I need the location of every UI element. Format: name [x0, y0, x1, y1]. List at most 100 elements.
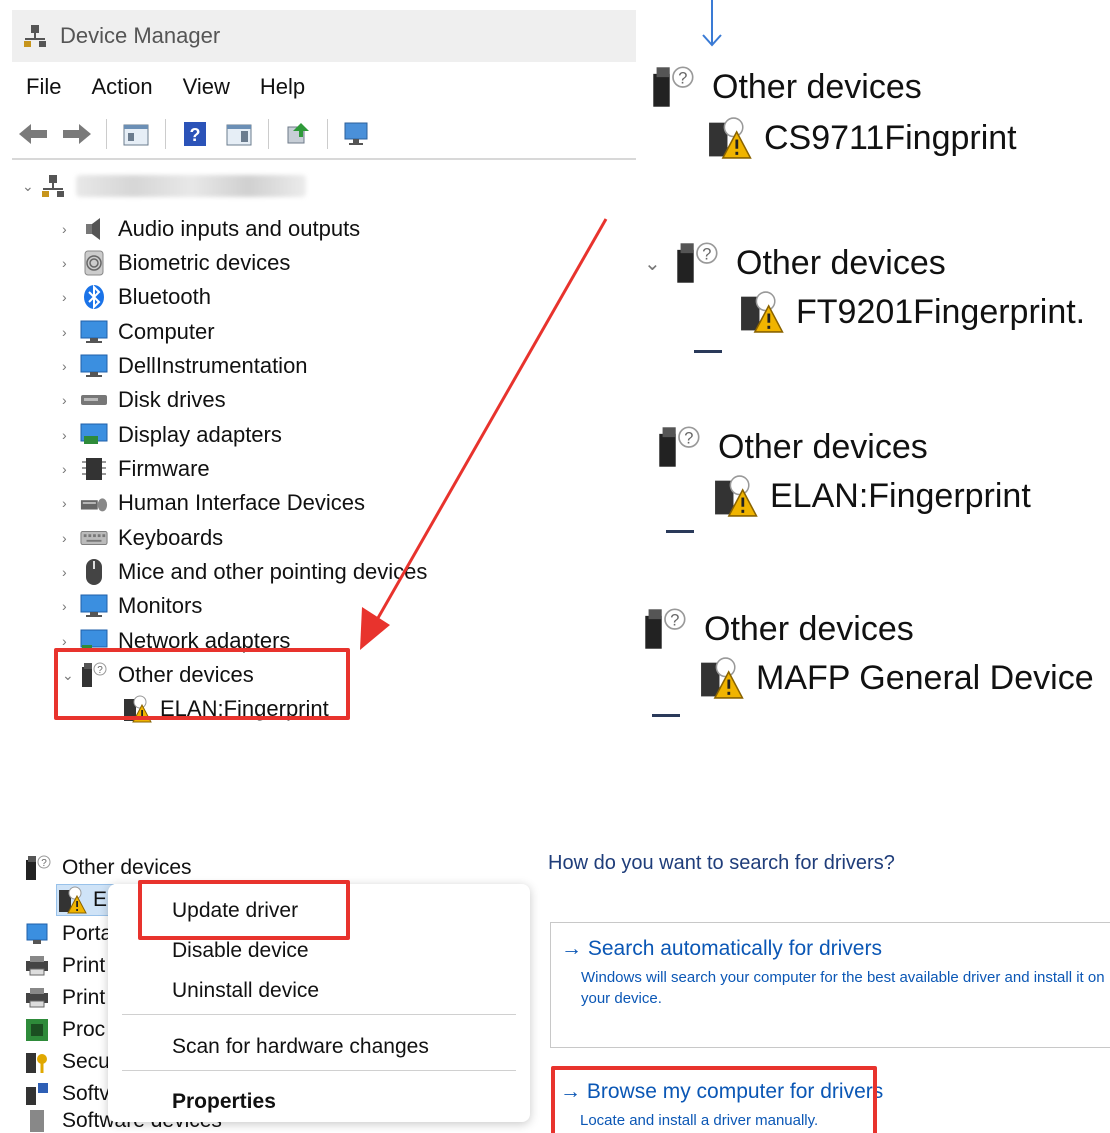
chevron-down-icon[interactable]: ⌄ [22, 178, 40, 195]
tree-item-biometric[interactable]: › Biometric devices [62, 246, 290, 280]
variant-ft9201: ⌄ ? Other devices FT9201Fingerprint. [644, 240, 1085, 334]
tree-item-hid[interactable]: › Human Interface Devices [62, 486, 365, 520]
menu-item-disable-device[interactable]: Disable device [172, 939, 309, 963]
bl-tree-item[interactable]: Porta [24, 918, 112, 950]
tree-dash [666, 530, 694, 533]
menu-item-scan-hardware[interactable]: Scan for hardware changes [172, 1035, 429, 1059]
security-key-icon [26, 1053, 47, 1073]
unknown-device-icon: ? [645, 608, 686, 649]
tree-item-label: DellInstrumentation [118, 353, 308, 378]
device-row[interactable]: CS9711Fingprint [706, 116, 1017, 160]
tree-item-label: Firmware [118, 456, 210, 481]
tree-item-label: Audio inputs and outputs [118, 216, 361, 241]
fingerprint-icon [80, 250, 108, 276]
software-component-icon [26, 1083, 48, 1105]
search-automatically-option[interactable]: → Search automatically for drivers Windo… [550, 922, 1110, 1048]
chevron-right-icon[interactable]: › [62, 392, 80, 408]
processor-icon [26, 1019, 48, 1041]
svg-text:?: ? [670, 612, 679, 630]
chevron-right-icon[interactable]: › [62, 289, 80, 305]
tree-item-keyboards[interactable]: › Keyboards [62, 521, 223, 555]
menu-item-uninstall-device[interactable]: Uninstall device [172, 979, 319, 1003]
chevron-right-icon[interactable]: › [62, 324, 80, 340]
tree-item-dellinstrumentation[interactable]: › DellInstrumentation [62, 349, 308, 383]
mouse-icon [80, 559, 108, 585]
bl-tree-item[interactable]: Proc [24, 1014, 105, 1046]
device-row[interactable]: FT9201Fingerprint. [738, 290, 1085, 334]
tree-item-audio[interactable]: › Audio inputs and outputs [62, 212, 360, 246]
bl-tree-item[interactable]: Print [24, 950, 105, 982]
tree-item-disk-drives[interactable]: › Disk drives [62, 383, 226, 417]
tree-item-label: Softv [62, 1082, 110, 1105]
svg-text:?: ? [678, 70, 687, 88]
header-label: Other devices [718, 427, 928, 466]
red-pointer-arrow [360, 218, 608, 650]
chevron-right-icon[interactable]: › [62, 530, 80, 546]
unknown-device-icon: ? [653, 66, 694, 107]
action-pane-icon[interactable] [224, 119, 254, 149]
device-label: CS9711Fingprint [764, 118, 1017, 157]
tree-item-label: Secu [62, 1050, 110, 1073]
tree-item-label: Disk drives [118, 387, 226, 412]
chevron-right-icon[interactable]: › [62, 221, 80, 237]
search-automatically-link[interactable]: → Search automatically for drivers [561, 937, 882, 961]
show-hide-console-icon[interactable] [121, 119, 151, 149]
menu-item-properties[interactable]: Properties [172, 1090, 276, 1114]
driver-search-title: How do you want to search for drivers? [548, 852, 895, 874]
menu-file[interactable]: File [26, 74, 61, 100]
menu-help[interactable]: Help [260, 74, 305, 100]
bl-tree-item[interactable]: Softv [24, 1078, 110, 1110]
forward-arrow-icon[interactable] [62, 119, 92, 149]
device-manager-icon [24, 25, 46, 47]
warning-device-icon [715, 475, 758, 517]
device-row[interactable]: ELAN:Fingerprint [712, 474, 1031, 518]
device-row[interactable]: MAFP General Device [698, 656, 1094, 700]
scan-hardware-icon[interactable] [342, 119, 372, 149]
help-icon[interactable]: ? [180, 119, 210, 149]
tree-item-display-adapters[interactable]: › Display adapters [62, 418, 282, 452]
down-arrow-icon [702, 0, 722, 47]
other-devices-header: ⌄ ? Other devices [644, 240, 1085, 286]
header-label: Other devices [704, 609, 914, 648]
menu-separator [122, 1070, 516, 1071]
tree-item-label: Monitors [118, 593, 203, 618]
tree-dash [652, 714, 680, 717]
bl-tree-item[interactable]: Secu [24, 1046, 110, 1078]
port-icon [26, 923, 48, 944]
svg-text:?: ? [684, 430, 693, 448]
tree-item-monitors[interactable]: › Monitors [62, 589, 202, 623]
chevron-right-icon[interactable]: › [62, 358, 80, 374]
title-bar: Device Manager [12, 10, 636, 62]
tree-item-computer[interactable]: › Computer [62, 315, 215, 349]
tree-item-label: Proc [62, 1018, 106, 1041]
tree-item-bluetooth[interactable]: › Bluetooth [62, 280, 211, 314]
bl-selected-device[interactable]: E [56, 884, 115, 916]
chevron-right-icon[interactable]: › [62, 495, 80, 511]
back-arrow-icon[interactable] [18, 119, 48, 149]
chevron-right-icon[interactable]: › [62, 255, 80, 271]
chevron-right-icon[interactable]: › [62, 598, 80, 614]
keyboard-icon [80, 525, 108, 551]
tree-root[interactable]: ⌄ [22, 170, 306, 202]
chevron-right-icon[interactable]: › [62, 564, 80, 580]
bl-tree-item[interactable]: Print [24, 982, 105, 1014]
svg-text:?: ? [190, 125, 201, 145]
chevron-right-icon[interactable]: › [62, 427, 80, 443]
printer-icon [26, 956, 48, 976]
chip-icon [80, 456, 108, 482]
menu-action[interactable]: Action [91, 74, 152, 100]
chevron-right-icon[interactable]: › [62, 461, 80, 477]
highlight-browse-computer [551, 1066, 877, 1133]
toolbar: ? [12, 110, 636, 160]
menu-view[interactable]: View [183, 74, 230, 100]
menu-bar: File Action View Help [12, 70, 321, 104]
variant-cs9711: ? Other devices CS9711Fingprint [650, 64, 1017, 160]
unknown-device-icon: ? [659, 426, 700, 467]
update-driver-icon[interactable] [283, 119, 313, 149]
other-devices-header: ? Other devices [642, 606, 1094, 652]
disk-icon [80, 387, 108, 413]
tree-item-firmware[interactable]: › Firmware [62, 452, 210, 486]
bluetooth-icon [80, 284, 108, 310]
chevron-down-icon[interactable]: ⌄ [644, 251, 674, 276]
chevron-right-icon[interactable]: › [62, 633, 80, 649]
